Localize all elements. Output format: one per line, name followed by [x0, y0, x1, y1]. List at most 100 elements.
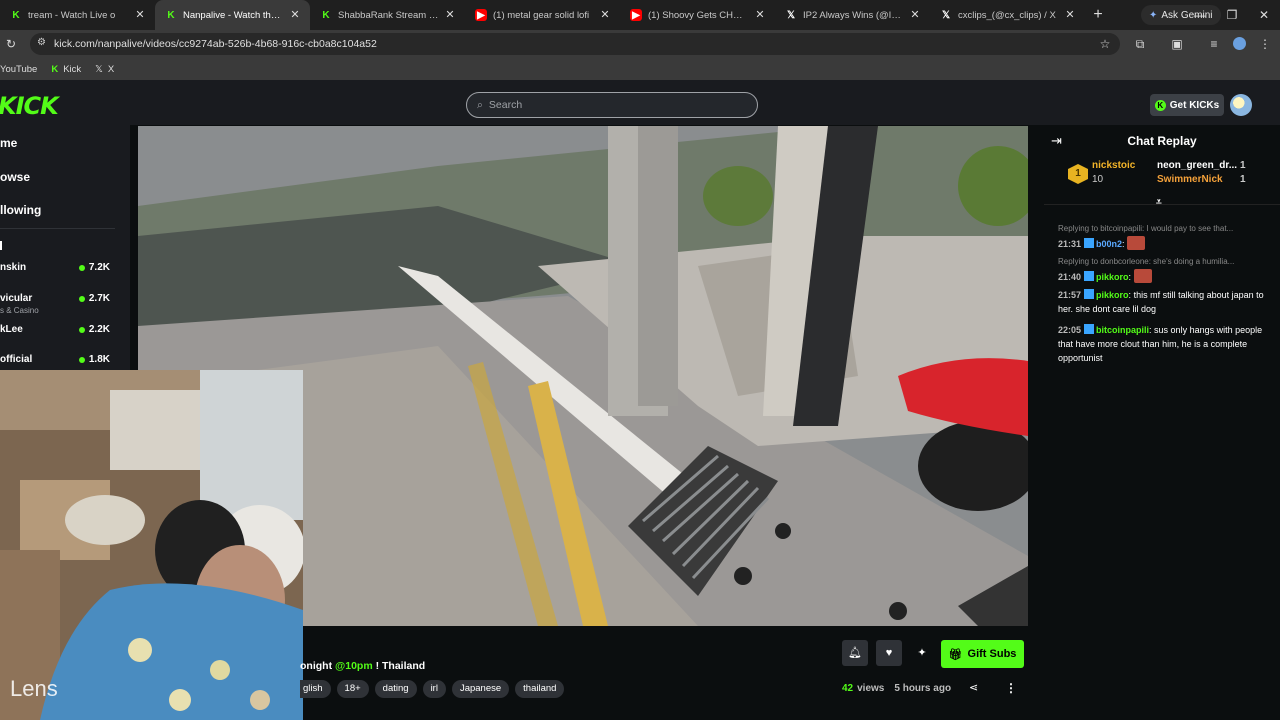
bookmark-label: X — [107, 63, 115, 75]
tab-title: ShabbaRank Stream - Watch — [338, 9, 439, 21]
section-marker — [0, 241, 2, 250]
recommended-channel[interactable]: nskin 7.2K — [0, 262, 115, 292]
message-username[interactable]: b00n2 — [1096, 239, 1122, 249]
new-tab-icon[interactable]: + — [1085, 6, 1111, 24]
chat-replay-panel: ⇥ Chat Replay 1 nickstoic 10 neon_green_… — [1044, 125, 1280, 720]
message-username[interactable]: bitcoinpapili — [1096, 325, 1149, 335]
channel-name: official — [0, 354, 33, 365]
minimize-icon[interactable]: — — [1184, 0, 1216, 30]
top-navigation: KICK ⌕ Search K Get KICKs — [0, 80, 1280, 125]
kick-favicon-icon: K — [12, 9, 20, 21]
close-tab-icon[interactable]: ✕ — [908, 8, 922, 22]
video-age: 5 hours ago — [894, 683, 952, 694]
user-badge-icon — [1084, 289, 1095, 299]
extensions-icon[interactable]: ⧉ — [1131, 35, 1149, 53]
more-options-icon[interactable]: ⋮ — [1005, 681, 1017, 695]
search-input[interactable]: ⌕ Search — [466, 92, 758, 118]
message-username[interactable]: pikkoro — [1096, 290, 1129, 300]
follow-heart-button[interactable]: ♥ — [876, 640, 902, 666]
close-tab-icon[interactable]: ✕ — [753, 8, 767, 22]
tag[interactable]: dating — [374, 680, 417, 698]
tag[interactable]: irl — [422, 680, 446, 698]
chat-header: ⇥ Chat Replay — [1044, 125, 1280, 157]
bookmark-star-icon[interactable]: ☆ — [1096, 35, 1114, 53]
browser-tab[interactable]: 𝕏 cxclips_(@cx_clips) / X ✕ — [930, 0, 1085, 30]
bookmark-label: YouTube — [0, 63, 38, 75]
nav-following[interactable]: llowing — [0, 203, 41, 217]
bookmark-x[interactable]: 𝕏 X — [95, 64, 114, 75]
viewer-count: 2.2K — [78, 324, 110, 335]
channel-category: s & Casino — [0, 306, 39, 315]
emote-icon — [1127, 236, 1146, 250]
recommended-channel[interactable]: vicular s & Casino 2.7K — [0, 293, 115, 323]
user-badge-icon — [1084, 238, 1095, 248]
close-tab-icon[interactable]: ✕ — [443, 8, 457, 22]
nav-home[interactable]: me — [0, 136, 17, 150]
browser-tab[interactable]: ▶ (1) Shoovy Gets CHOKED O ✕ — [620, 0, 775, 30]
message-time: 21:57 — [1058, 290, 1082, 300]
kicks-coin-icon: K — [1154, 99, 1166, 111]
channel-name: vicular — [0, 293, 33, 304]
address-toolbar: ↻ ⚙ kick.com/nanpalive/videos/cc9274ab-5… — [0, 30, 1280, 58]
maximize-icon[interactable]: ❐ — [1216, 0, 1248, 30]
viewer-count: 1.8K — [78, 354, 110, 365]
sparkle-button[interactable]: ✦ — [909, 640, 935, 666]
close-tab-icon[interactable]: ✕ — [133, 8, 147, 22]
browser-tab-active[interactable]: K Nanpalive - Watch the V ✕ — [155, 0, 310, 30]
message-time: 21:31 — [1058, 239, 1082, 249]
kick-favicon-icon: K — [51, 63, 59, 75]
get-kicks-button[interactable]: K Get KICKs — [1150, 94, 1224, 116]
search-icon: ⌕ — [477, 98, 483, 111]
kick-logo[interactable]: KICK — [0, 92, 59, 120]
bookmark-label: Kick — [63, 63, 82, 75]
webcam-overlay: Lens — [0, 370, 303, 720]
viewer-count: 7.2K — [78, 262, 110, 273]
message-username[interactable]: pikkoro — [1096, 272, 1129, 282]
browser-tab[interactable]: ▶ (1) metal gear solid lofi ✕ — [465, 0, 620, 30]
title-suffix: ! Thailand — [372, 660, 426, 672]
chat-message: Replying to donbcorleone: she's doing a … — [1058, 255, 1273, 284]
close-tab-icon[interactable]: ✕ — [598, 8, 612, 22]
kick-page: KICK ⌕ Search K Get KICKs me owse llowin… — [0, 80, 1280, 720]
user-badge-icon — [1084, 271, 1095, 281]
site-info-icon[interactable]: ⚙ — [37, 37, 46, 48]
viewer-count-value: 2.2K — [88, 324, 110, 335]
tab-title: IP2 Always Wins (@Ip2Alwa — [803, 9, 904, 21]
bookmark-kick[interactable]: K Kick — [51, 64, 81, 75]
close-tab-icon[interactable]: ✕ — [1063, 8, 1077, 22]
share-icon[interactable]: ⋖ — [969, 681, 978, 694]
tag[interactable]: glish — [300, 680, 331, 698]
webcam-illustration — [0, 370, 303, 720]
leaderboard-top-user[interactable]: nickstoic — [1092, 160, 1135, 171]
leaderboard-user[interactable]: neon_green_dr... — [1157, 160, 1237, 171]
browser-tab[interactable]: K ShabbaRank Stream - Watch ✕ — [310, 0, 465, 30]
leaderboard-user[interactable]: SwimmerNick — [1157, 174, 1223, 185]
recommended-channel[interactable]: kLee 2.2K — [0, 324, 115, 354]
user-avatar[interactable] — [1230, 94, 1252, 116]
close-tab-icon[interactable]: ✕ — [288, 8, 302, 22]
reload-icon[interactable]: ↻ — [2, 35, 20, 53]
tab-title: tream - Watch Live o — [28, 9, 116, 21]
views-label: views — [857, 683, 885, 694]
expand-leaderboard-icon[interactable]: ⩡ — [1156, 197, 1162, 208]
browser-tab[interactable]: K tream - Watch Live o ✕ — [0, 0, 155, 30]
browser-menu-icon[interactable]: ⋮ — [1256, 35, 1274, 53]
media-controls-icon[interactable]: ≡ — [1205, 35, 1223, 53]
tag[interactable]: thailand — [515, 680, 565, 698]
chat-message: Replying to bitcoinpapili: I would pay t… — [1058, 222, 1273, 251]
video-stats: 42 views 5 hours ago — [842, 683, 951, 694]
gift-subs-button[interactable]: 🎁︎ Gift Subs — [941, 640, 1024, 668]
tag[interactable]: 18+ — [336, 680, 369, 698]
live-dot-icon — [78, 326, 85, 333]
url-field[interactable]: ⚙ kick.com/nanpalive/videos/cc9274ab-526… — [30, 33, 1120, 55]
tag[interactable]: Japanese — [451, 680, 510, 698]
window-close-icon[interactable]: ✕ — [1248, 0, 1280, 30]
browser-tab[interactable]: 𝕏 IP2 Always Wins (@Ip2Alwa ✕ — [775, 0, 930, 30]
notification-bell-button[interactable]: 🔔︎ — [842, 640, 868, 666]
profile-avatar-icon[interactable] — [1230, 35, 1248, 53]
bookmark-youtube[interactable]: YouTube — [0, 64, 37, 75]
nav-browse[interactable]: owse — [0, 170, 30, 184]
video-title: onight @10pm ! Thailand — [300, 660, 425, 672]
side-panel-icon[interactable]: ▣ — [1168, 35, 1186, 53]
chat-title: Chat Replay — [1127, 134, 1197, 148]
